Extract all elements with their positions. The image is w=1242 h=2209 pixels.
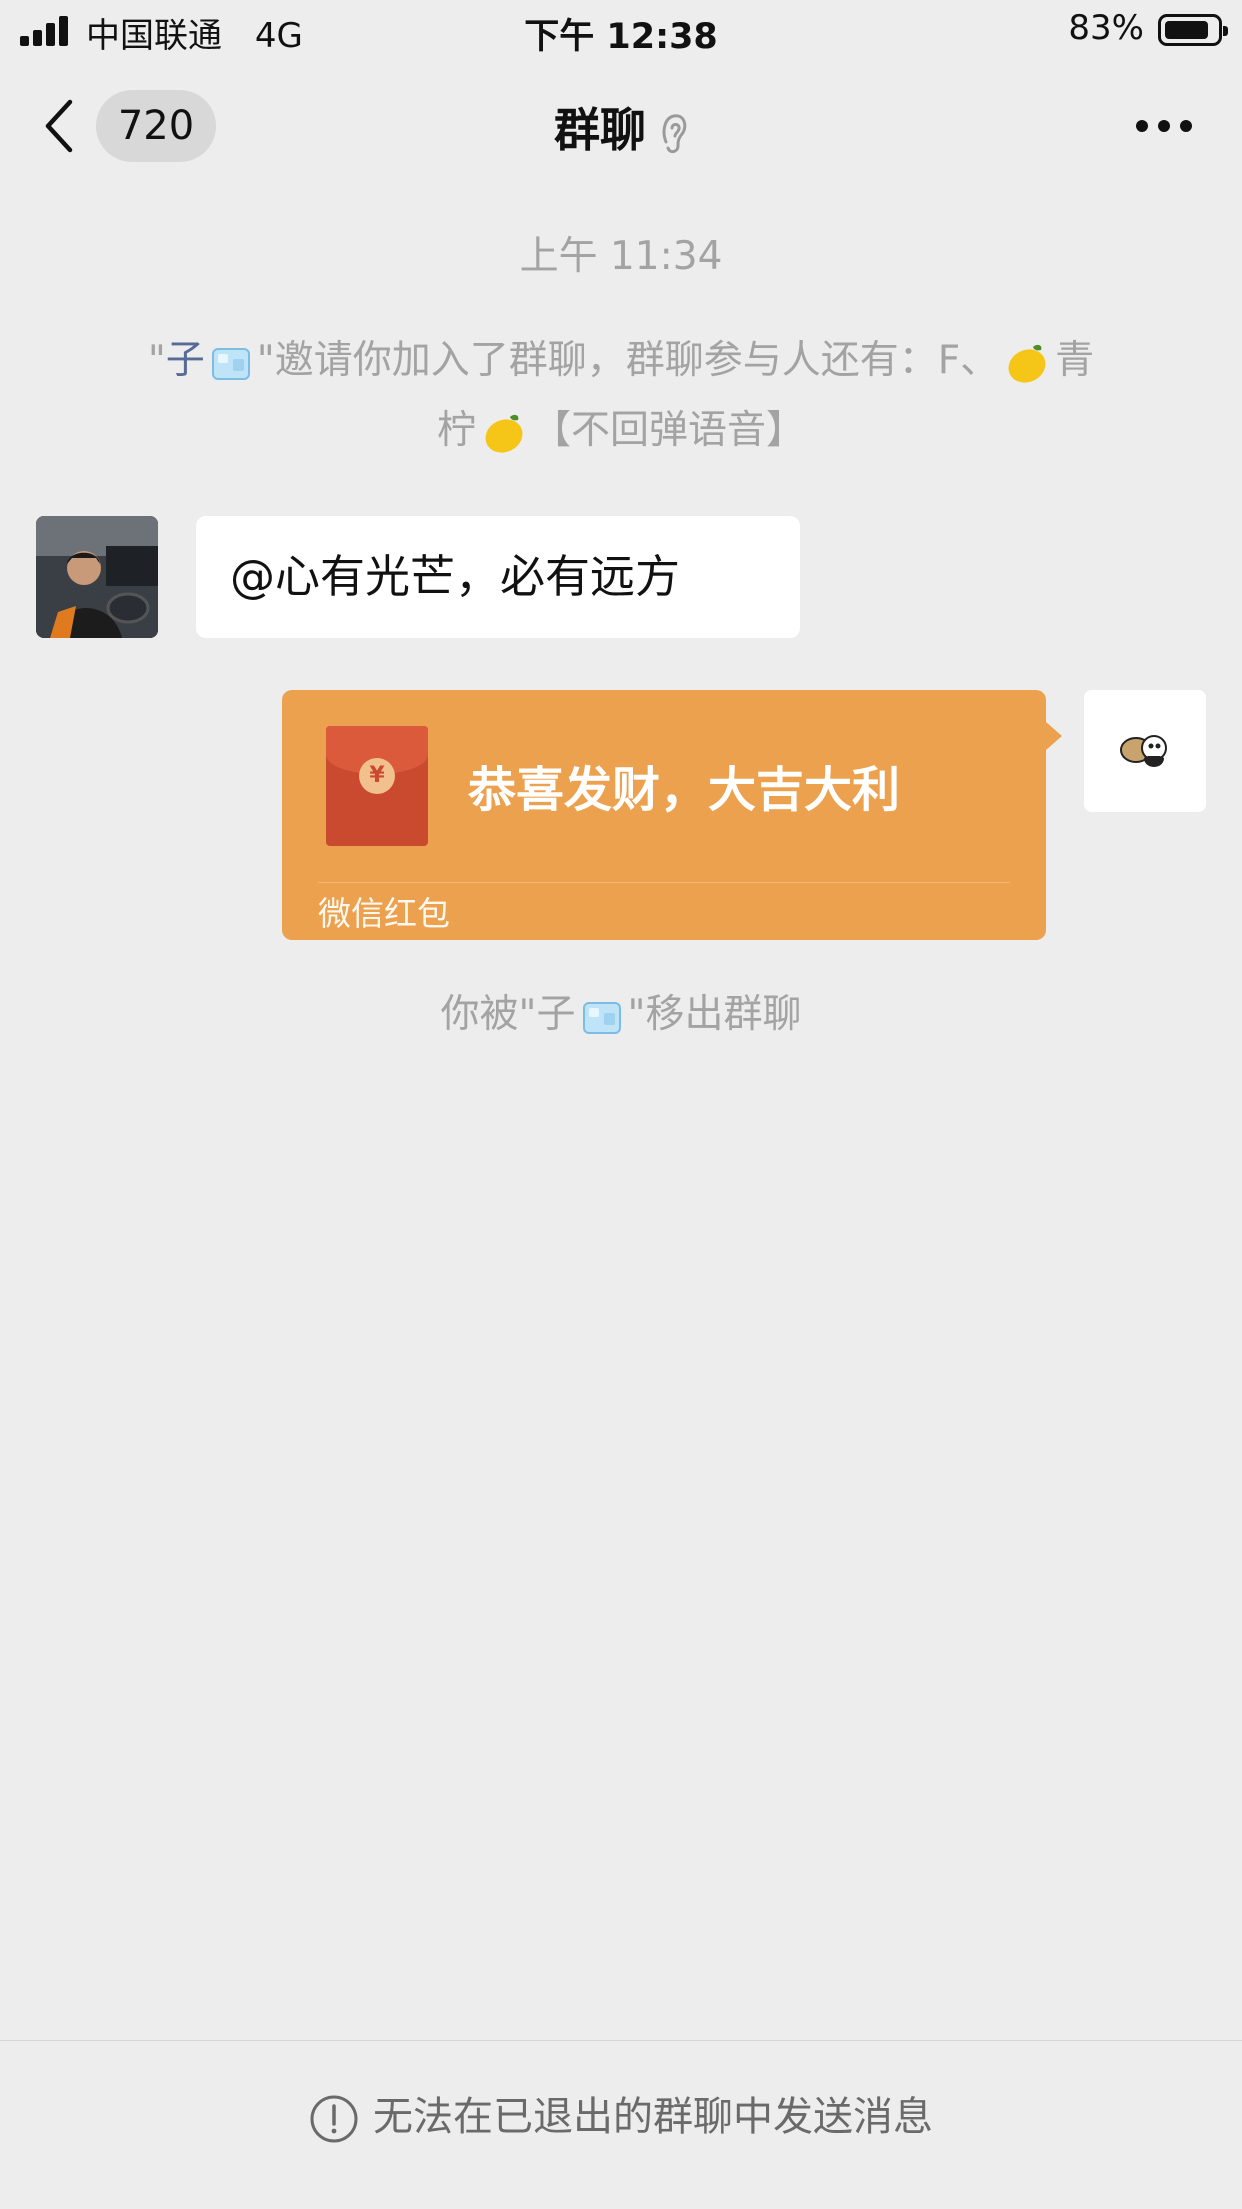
- status-bar: 中国联通 4G 下午 12:38 83%: [0, 0, 1242, 62]
- red-packet-label: 微信红包: [318, 894, 450, 933]
- chat-timestamp: 上午 11:34: [519, 234, 723, 279]
- sender-avatar[interactable]: [36, 516, 158, 638]
- ear-icon: [662, 113, 687, 153]
- message-text: @心有光芒，必有远方: [230, 550, 681, 603]
- red-envelope-icon: ¥: [326, 726, 428, 846]
- ice-cube-emoji-icon: [211, 347, 250, 380]
- quote-mark: ": [256, 338, 275, 383]
- my-avatar[interactable]: [1084, 690, 1206, 812]
- battery-icon: [1158, 14, 1228, 46]
- system-invite-message: "子 "邀请你加入了群聊，群聊参与人还有：F、青柠【不回弹语音】: [80, 326, 1162, 466]
- quote-mark: ": [147, 338, 166, 383]
- member-name-part2: 柠: [436, 408, 476, 453]
- lemon-emoji-icon: [1008, 344, 1046, 383]
- message-bubble-text[interactable]: @心有光芒，必有远方: [196, 516, 800, 638]
- red-packet-divider: [318, 882, 1010, 883]
- nav-bar: 720 群聊: [0, 62, 1242, 192]
- lemon-emoji-icon: [485, 414, 523, 453]
- removed-prefix: 你被"子: [440, 992, 576, 1037]
- disabled-notice-text: 无法在已退出的群聊中发送消息: [373, 2094, 933, 2140]
- exclamation-circle-icon: [310, 2095, 358, 2143]
- ice-cube-emoji-icon: [582, 1001, 621, 1034]
- status-time: 下午 12:38: [524, 17, 718, 57]
- inviter-nickname[interactable]: 子: [166, 338, 205, 383]
- red-packet-greeting: 恭喜发财，大吉大利: [468, 762, 901, 818]
- member-name-part1: 青: [1055, 338, 1095, 383]
- system-removed-message: 你被"子 "移出群聊: [80, 980, 1162, 1050]
- removed-suffix: "移出群聊: [627, 992, 802, 1037]
- yuan-coin-icon: ¥: [359, 758, 395, 794]
- disabled-notice: 无法在已退出的群聊中发送消息: [0, 2087, 1242, 2147]
- battery-percent: 83%: [1068, 8, 1144, 48]
- member-suffix: 【不回弹语音】: [532, 408, 806, 453]
- chat-title-text: 群聊: [554, 103, 646, 157]
- input-disabled-bar: 无法在已退出的群聊中发送消息: [0, 2040, 1242, 2209]
- invite-text: 邀请你加入了群聊，群聊参与人还有：F、: [274, 338, 1000, 383]
- more-dots-icon[interactable]: [1136, 120, 1192, 134]
- chat-title: 群聊: [0, 94, 1242, 160]
- red-packet-card[interactable]: ¥ 恭喜发财，大吉大利 微信红包: [282, 690, 1062, 940]
